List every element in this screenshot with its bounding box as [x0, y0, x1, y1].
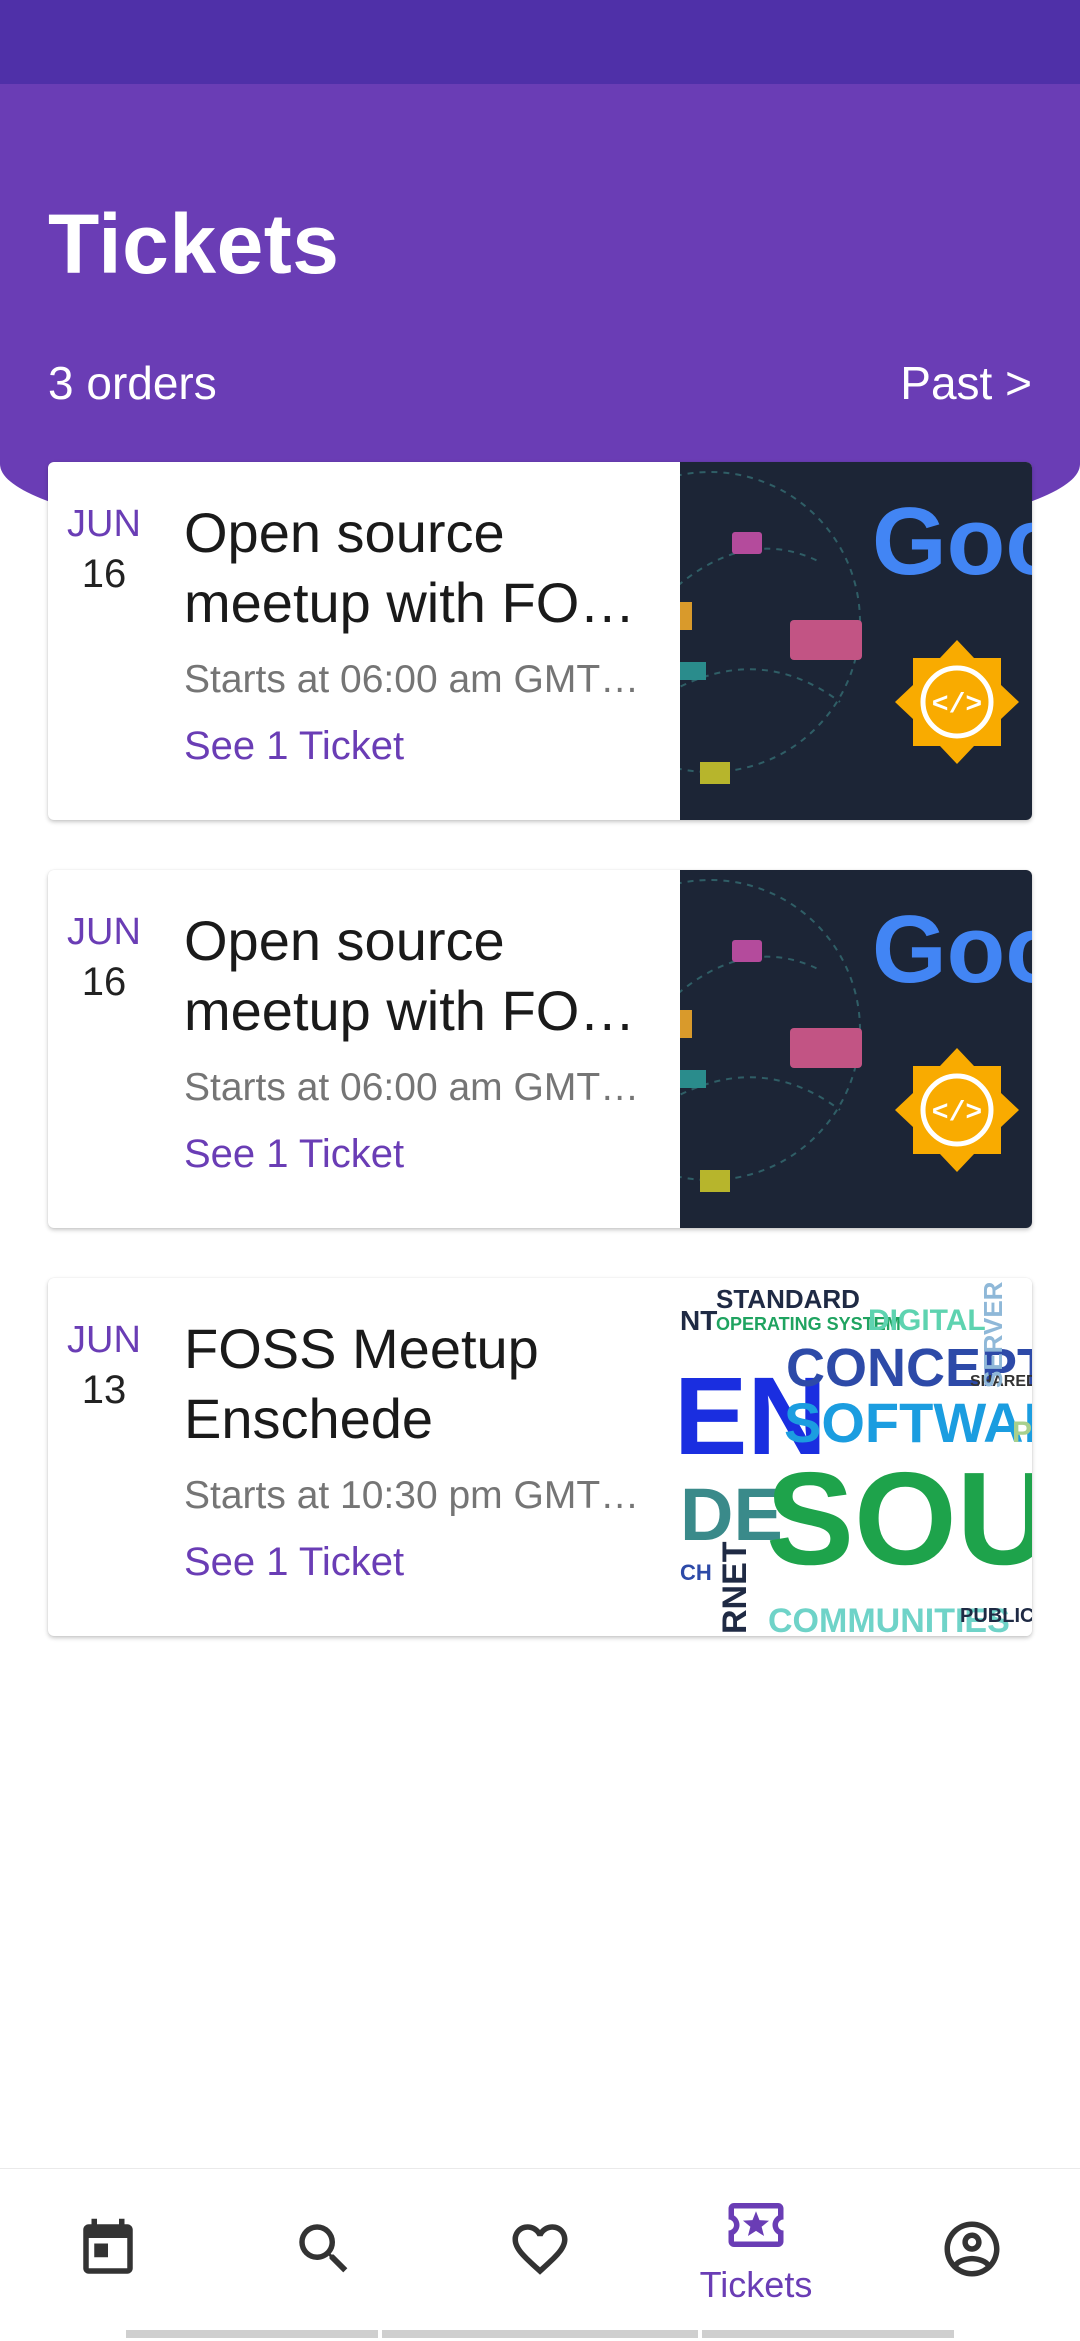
search-icon [299, 2224, 348, 2273]
event-day: 16 [81, 552, 127, 596]
account-icon [944, 2221, 1000, 2277]
order-card[interactable]: JUN 16 Open source meetup with FO… Start… [48, 462, 1032, 820]
bottom-navigation: Tickets [0, 2168, 1080, 2341]
svg-text:DIGITAL: DIGITAL [868, 1304, 986, 1337]
svg-text:CH: CH [680, 1560, 712, 1585]
event-thumbnail: Goo </> [680, 462, 1032, 820]
see-ticket-link[interactable]: See 1 Ticket [184, 1540, 674, 1585]
svg-text:NT: NT [680, 1305, 717, 1336]
heart-icon [512, 2224, 568, 2275]
svg-text:RNET: RNET [716, 1541, 754, 1634]
nav-favorites[interactable] [432, 2169, 648, 2329]
nav-profile[interactable] [864, 2169, 1080, 2329]
event-month: JUN [67, 1319, 141, 1361]
order-card[interactable]: JUN 13 FOSS Meetup Enschede Starts at 10… [48, 1278, 1032, 1636]
event-start-time: Starts at 10:30 pm GMT… [184, 1474, 640, 1517]
orders-count: 3 orders [48, 357, 217, 409]
event-day: 13 [81, 1368, 127, 1412]
event-title: FOSS Meetup Enschede [184, 1317, 539, 1450]
ticket-icon [728, 2203, 784, 2247]
event-thumbnail: STANDARD OPERATING SYSTEM DIGITAL NT EN … [680, 1278, 1032, 1636]
event-month: JUN [67, 503, 141, 545]
gesture-bar [702, 2330, 954, 2338]
svg-text:</>: </> [932, 690, 982, 721]
calendar-icon [83, 2218, 133, 2274]
nav-tickets-label: Tickets [699, 2264, 813, 2305]
svg-text:SOURC: SOURC [766, 1445, 1032, 1592]
order-card[interactable]: JUN 16 Open source meetup with FO… Start… [48, 870, 1032, 1228]
see-ticket-link[interactable]: See 1 Ticket [184, 1132, 674, 1177]
gesture-bar [382, 2330, 698, 2338]
svg-text:Goo: Goo [872, 896, 1032, 1003]
event-title: Open source meetup with FO… [184, 501, 636, 634]
nav-tickets[interactable]: Tickets [648, 2169, 864, 2329]
event-date: JUN 16 [64, 910, 144, 1010]
svg-text:PUBLIC: PUBLIC [960, 1605, 1032, 1627]
event-thumbnail: Goo </> [680, 870, 1032, 1228]
svg-text:SERVER: SERVER [978, 1281, 1008, 1388]
svg-text:Goo: Goo [872, 488, 1032, 595]
event-date: JUN 16 [64, 502, 144, 602]
nav-events[interactable] [0, 2169, 216, 2329]
see-ticket-link[interactable]: See 1 Ticket [184, 724, 674, 769]
event-date: JUN 13 [64, 1318, 144, 1418]
gesture-bar [126, 2330, 378, 2338]
past-orders-link[interactable]: Past > [900, 356, 1032, 410]
event-day: 16 [81, 960, 127, 1004]
svg-text:STANDARD: STANDARD [716, 1284, 860, 1314]
event-start-time: Starts at 06:00 am GMT… [184, 658, 640, 701]
event-month: JUN [67, 911, 141, 953]
page-title: Tickets [48, 197, 340, 291]
status-bar [0, 0, 1080, 84]
svg-text:</>: </> [932, 1098, 982, 1129]
nav-search[interactable] [216, 2169, 432, 2329]
event-title: Open source meetup with FO… [184, 909, 636, 1042]
event-start-time: Starts at 06:00 am GMT… [184, 1066, 640, 1109]
